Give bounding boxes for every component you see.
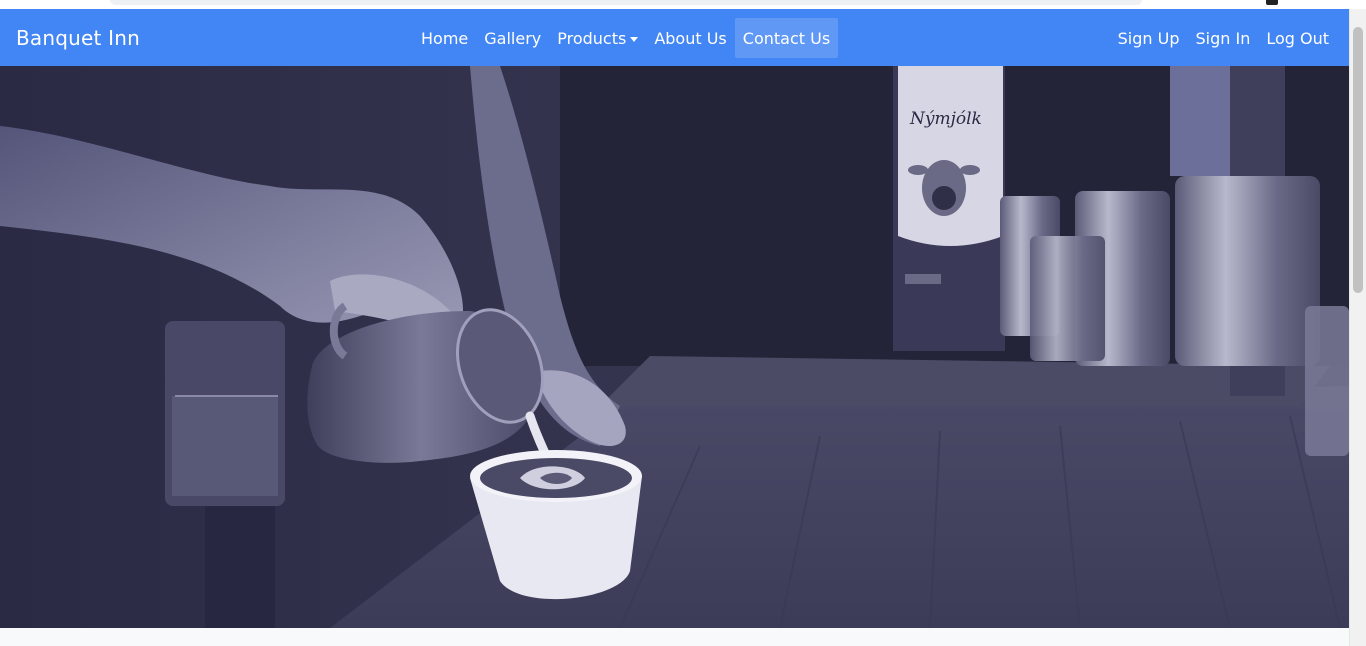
content-area [0, 628, 1349, 646]
nav-home[interactable]: Home [413, 18, 476, 58]
carton-label: Nýmjólk [909, 109, 982, 129]
nav-about-us[interactable]: About Us [646, 18, 734, 58]
browser-chrome-bar [110, 0, 1142, 5]
page: Banquet Inn Home Gallery Products About … [0, 0, 1366, 646]
log-out-link[interactable]: Log Out [1258, 18, 1337, 58]
auth-nav: Sign Up Sign In Log Out [1110, 18, 1337, 58]
sign-in-link[interactable]: Sign In [1187, 18, 1258, 58]
brand-logo[interactable]: Banquet Inn [16, 24, 140, 52]
nav-products-label: Products [557, 28, 627, 48]
nav-products-dropdown[interactable]: Products [549, 18, 646, 58]
nav-gallery[interactable]: Gallery [476, 18, 549, 58]
browser-chrome-indicator [1266, 0, 1278, 5]
page-scrollbar[interactable] [1349, 9, 1366, 646]
caret-down-icon [630, 36, 639, 42]
nav-contact-us[interactable]: Contact Us [734, 18, 839, 58]
primary-nav: Home Gallery Products About Us Contact U… [413, 18, 839, 58]
hero-image: Nýmjólk [0, 66, 1349, 628]
latte-art-illustration: Nýmjólk [0, 66, 1349, 628]
scrollbar-thumb[interactable] [1353, 27, 1363, 293]
main-navbar: Banquet Inn Home Gallery Products About … [0, 9, 1349, 66]
sign-up-link[interactable]: Sign Up [1110, 18, 1188, 58]
